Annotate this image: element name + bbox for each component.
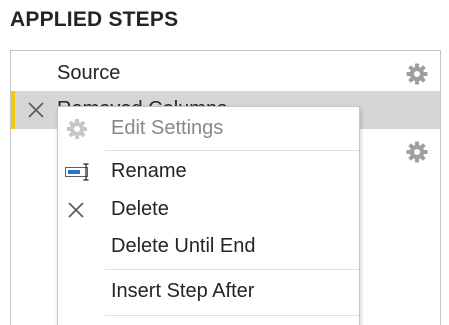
close-icon[interactable]	[25, 99, 47, 121]
menu-item-label: Delete	[111, 198, 169, 220]
menu-separator	[105, 269, 359, 270]
menu-item-edit-settings[interactable]: Edit Settings	[58, 111, 359, 147]
gear-icon[interactable]	[405, 62, 429, 86]
gear-icon	[64, 117, 90, 141]
rename-icon	[64, 160, 90, 184]
menu-item-label: Insert Step After	[111, 280, 255, 302]
menu-item-label: Delete Until End	[111, 235, 256, 257]
close-icon	[64, 198, 90, 222]
step-context-menu: Edit Settings Rename Delete Delete Until…	[57, 106, 360, 325]
menu-separator	[105, 150, 359, 151]
gear-icon[interactable]	[405, 140, 429, 164]
menu-item-rename[interactable]: Rename	[58, 154, 359, 190]
menu-item-label: Rename	[111, 160, 187, 182]
menu-item-delete[interactable]: Delete	[58, 192, 359, 228]
step-label: Source	[57, 62, 121, 84]
applied-steps-pane: APPLIED STEPS Source Edit Settings Renam…	[0, 0, 449, 325]
panel-title: APPLIED STEPS	[10, 8, 179, 31]
menu-separator	[105, 315, 359, 316]
menu-item-label: Edit Settings	[111, 117, 224, 139]
selection-accent-bar	[11, 91, 15, 129]
menu-item-delete-until-end[interactable]: Delete Until End	[58, 229, 359, 265]
menu-item-insert-step-after[interactable]: Insert Step After	[58, 274, 359, 310]
step-row-source[interactable]: Source	[11, 55, 440, 93]
